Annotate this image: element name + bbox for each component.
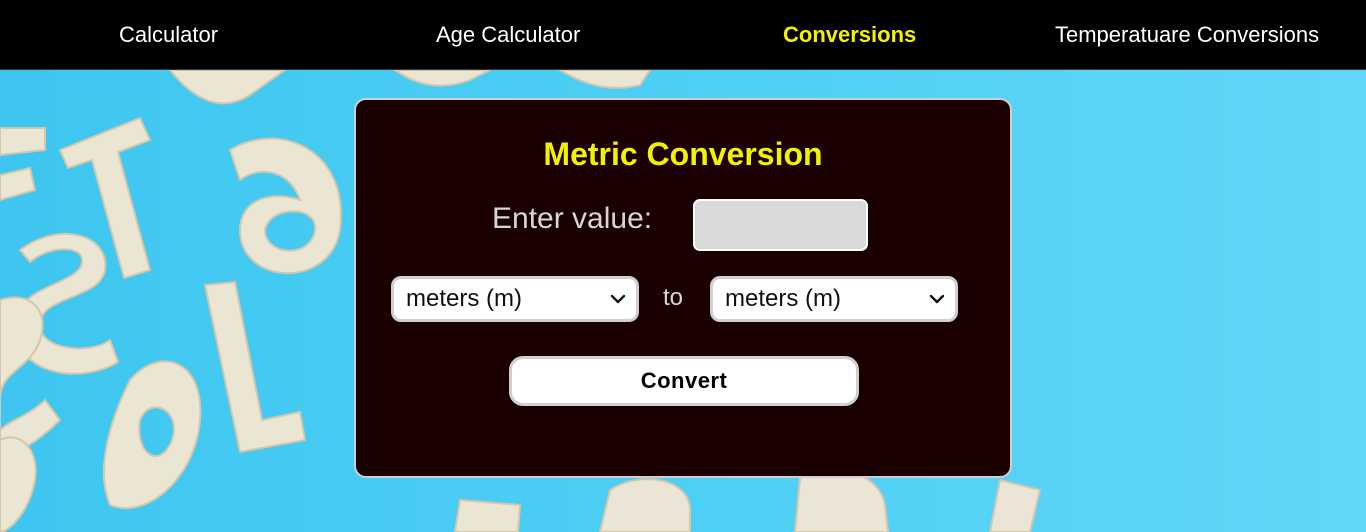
enter-value-label: Enter value: [492,202,653,235]
to-unit-selected: meters (m) [725,285,841,312]
top-nav: Calculator Age Calculator Conversions Te… [0,0,1366,70]
chevron-down-icon [929,294,945,304]
nav-item-age-calculator[interactable]: Age Calculator [436,0,580,70]
convert-button[interactable]: Convert [509,356,859,406]
value-input[interactable] [693,199,868,251]
nav-item-temperature-conversions[interactable]: Temperatuare Conversions [1055,0,1319,70]
to-label: to [663,284,684,311]
conversion-card: Metric Conversion Enter value: meters (m… [354,98,1012,478]
nav-item-calculator[interactable]: Calculator [119,0,218,70]
to-unit-select[interactable]: meters (m) [710,276,958,322]
nav-item-conversions[interactable]: Conversions [783,0,916,70]
card-title: Metric Conversion [543,136,823,172]
chevron-down-icon [610,294,626,304]
from-unit-selected: meters (m) [406,285,522,312]
from-unit-select[interactable]: meters (m) [391,276,639,322]
